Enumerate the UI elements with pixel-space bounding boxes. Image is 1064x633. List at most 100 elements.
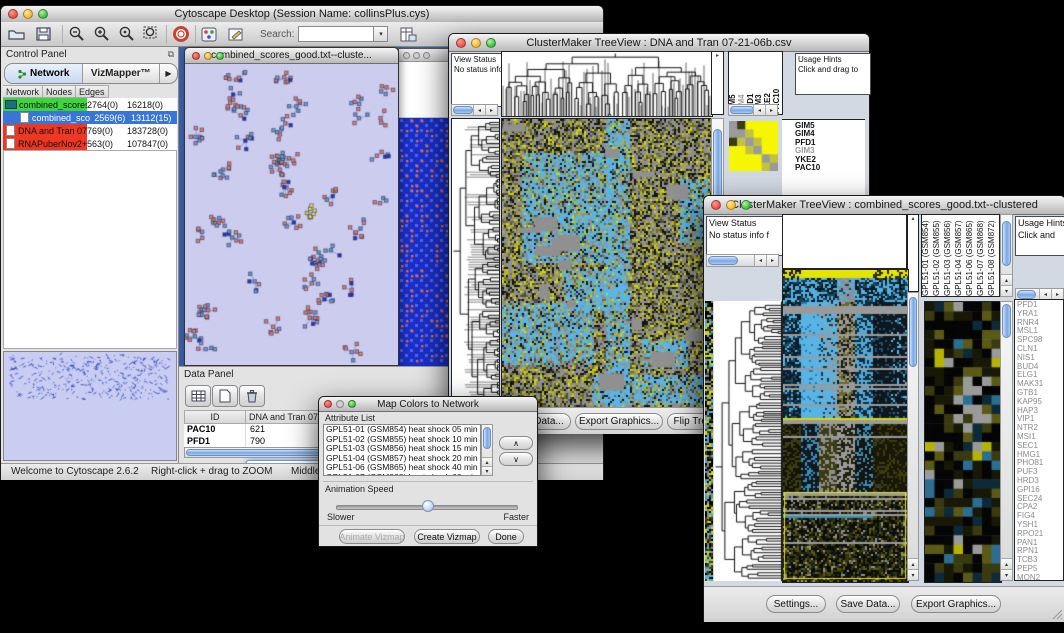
- close-button[interactable]: [192, 52, 200, 60]
- gene-label[interactable]: SEC1: [1017, 442, 1063, 451]
- gene-label[interactable]: NIS1: [1017, 354, 1063, 363]
- column-header[interactable]: Edges: [76, 85, 109, 98]
- treeview1-titlebar[interactable]: ClusterMaker TreeView : DNA and Tran 07-…: [449, 34, 869, 52]
- main-titlebar[interactable]: Cytoscape Desktop (Session Name: collins…: [1, 6, 603, 23]
- zoom-selected-icon[interactable]: [117, 25, 137, 43]
- scroll-up-icon[interactable]: ▴: [482, 457, 492, 466]
- main-heatmap[interactable]: [782, 269, 909, 583]
- gene-label[interactable]: RNR4: [1017, 319, 1063, 328]
- gene-label[interactable]: ELG1: [1017, 371, 1063, 380]
- main-heatmap[interactable]: [501, 118, 713, 409]
- scroll-right-icon[interactable]: ▸: [765, 105, 777, 115]
- search-dropdown-icon[interactable]: ▾: [374, 26, 388, 42]
- scroll-down-icon[interactable]: ▾: [1001, 569, 1012, 580]
- scroll-left-icon[interactable]: ◂: [473, 105, 485, 115]
- gene-label[interactable]: PFD1: [1017, 301, 1063, 310]
- settings-button[interactable]: Settings...: [766, 595, 826, 613]
- gene-label[interactable]: KAP95: [1017, 398, 1063, 407]
- speed-slider[interactable]: [336, 500, 518, 512]
- gene-label[interactable]: BUD4: [1017, 363, 1063, 372]
- done-button[interactable]: Done: [488, 529, 524, 544]
- column-header[interactable]: Network: [3, 85, 43, 98]
- gene-label[interactable]: MAK31: [1017, 380, 1063, 389]
- search-input[interactable]: [298, 26, 374, 42]
- gene-label[interactable]: HRD3: [1017, 477, 1063, 486]
- minimize-button[interactable]: [23, 9, 33, 19]
- close-button[interactable]: [403, 52, 410, 59]
- scroll-down-icon[interactable]: ▾: [908, 569, 918, 580]
- annotation-icon[interactable]: [227, 26, 246, 43]
- column-label[interactable]: GPL51-02 (GSM855): [933, 217, 944, 296]
- gene-label[interactable]: MSI1: [1017, 433, 1063, 442]
- gene-label[interactable]: PHO81: [1017, 459, 1063, 468]
- gene-label[interactable]: MON2: [1017, 574, 1063, 581]
- status-hscrollbar[interactable]: ◂▸: [451, 104, 498, 116]
- gene-label[interactable]: PUF3: [1017, 468, 1063, 477]
- export-graphics-button[interactable]: Export Graphics...: [575, 413, 663, 430]
- zoom-button[interactable]: [741, 200, 751, 210]
- gene-label[interactable]: YRA1: [1017, 310, 1063, 319]
- gene-label[interactable]: VIP1: [1017, 415, 1063, 424]
- column-label[interactable]: GPL51-01 (GSM854): [922, 217, 933, 296]
- slider-thumb[interactable]: [422, 500, 434, 512]
- network-table-row[interactable]: combined_scores 2764(0) 16218(0): [3, 98, 177, 111]
- close-button[interactable]: [456, 38, 466, 48]
- dialog-titlebar[interactable]: Map Colors to Network: [319, 397, 537, 412]
- delete-attribute-button[interactable]: [239, 385, 265, 407]
- gene-label[interactable]: HMG1: [1017, 451, 1063, 460]
- scroll-right-icon[interactable]: ▸: [766, 255, 778, 266]
- column-labels-vscrollbar[interactable]: ▴▾: [1000, 214, 1013, 297]
- column-label[interactable]: GPL51-07 (GSM868): [977, 217, 988, 296]
- attribute-item[interactable]: GPL51-06 (GSM865) heat shock 40 min: [326, 463, 480, 473]
- attribute-list[interactable]: GPL51-01 (GSM854) heat shock 05 minGPL51…: [323, 424, 481, 476]
- zoom-button[interactable]: [216, 52, 224, 60]
- minimize-button[interactable]: [413, 52, 420, 59]
- column-label[interactable]: GPL51-08 (GSM872): [988, 217, 999, 296]
- gene-label[interactable]: PAN1: [1017, 539, 1063, 548]
- attribute-item[interactable]: GPL51-02 (GSM855) heat shock 10 min: [326, 435, 480, 445]
- gene-label[interactable]: FIG4: [1017, 512, 1063, 521]
- help-lifering-icon[interactable]: [171, 25, 191, 43]
- tab-network[interactable]: Network: [5, 64, 83, 83]
- move-down-button[interactable]: ∨: [499, 452, 533, 466]
- zoom-button[interactable]: [423, 52, 430, 59]
- import-table-icon[interactable]: [398, 26, 418, 43]
- row-dendrogram[interactable]: [451, 118, 500, 409]
- column-label[interactable]: GPL51-03 (GSM856): [944, 217, 955, 296]
- gene-label[interactable]: SEC24: [1017, 495, 1063, 504]
- row-label[interactable]: PAC10: [795, 164, 865, 172]
- close-button[interactable]: [8, 9, 18, 19]
- save-data-button[interactable]: Save Data...: [836, 595, 900, 613]
- tab-vizmapper[interactable]: VizMapper™: [83, 64, 161, 83]
- network-table-row[interactable]: combined_sco 2569(6) 13112(15): [3, 111, 177, 124]
- gene-label[interactable]: CLN1: [1017, 345, 1063, 354]
- attribute-item[interactable]: GPL51-03 (GSM856) heat shock 15 min: [326, 444, 480, 454]
- column-dendrogram[interactable]: [501, 51, 713, 117]
- scroll-up-icon[interactable]: ▴: [1001, 558, 1012, 569]
- gene-label[interactable]: GPI16: [1017, 486, 1063, 495]
- scroll-left-icon[interactable]: ◂: [754, 255, 766, 266]
- minimize-button[interactable]: [471, 38, 481, 48]
- new-attribute-button[interactable]: [212, 385, 238, 407]
- resize-grip[interactable]: [1051, 608, 1063, 620]
- gene-label[interactable]: YSH1: [1017, 521, 1063, 530]
- id-column-header[interactable]: ID: [184, 410, 246, 424]
- treeview2-titlebar[interactable]: ClusterMaker TreeView : combined_scores_…: [704, 196, 1064, 215]
- create-vizmap-button[interactable]: Create Vizmap: [414, 529, 480, 544]
- zoomed-heatmap[interactable]: [924, 301, 1002, 583]
- move-up-button[interactable]: ∧: [499, 436, 533, 450]
- heatmap-vscrollbar[interactable]: ▴▾: [907, 292, 919, 581]
- scroll-up-icon[interactable]: ▴: [908, 558, 918, 569]
- global-overview-strip[interactable]: [705, 301, 713, 581]
- scroll-up-icon[interactable]: ▴: [1001, 274, 1012, 285]
- column-label[interactable]: GPL51-06 (GSM865): [966, 217, 977, 296]
- gene-label[interactable]: MSL1: [1017, 327, 1063, 336]
- zoom-in-icon[interactable]: [92, 25, 112, 43]
- open-folder-icon[interactable]: [7, 26, 26, 42]
- minimize-button[interactable]: [726, 200, 736, 210]
- attribute-item[interactable]: GPL51-07 (GSM868) heat shock 60 min: [326, 473, 480, 476]
- gene-label[interactable]: SPC98: [1017, 336, 1063, 345]
- scroll-down-icon[interactable]: ▾: [482, 466, 492, 475]
- expand-icon[interactable]: ▴: [911, 216, 914, 222]
- zoom-out-icon[interactable]: [67, 25, 87, 43]
